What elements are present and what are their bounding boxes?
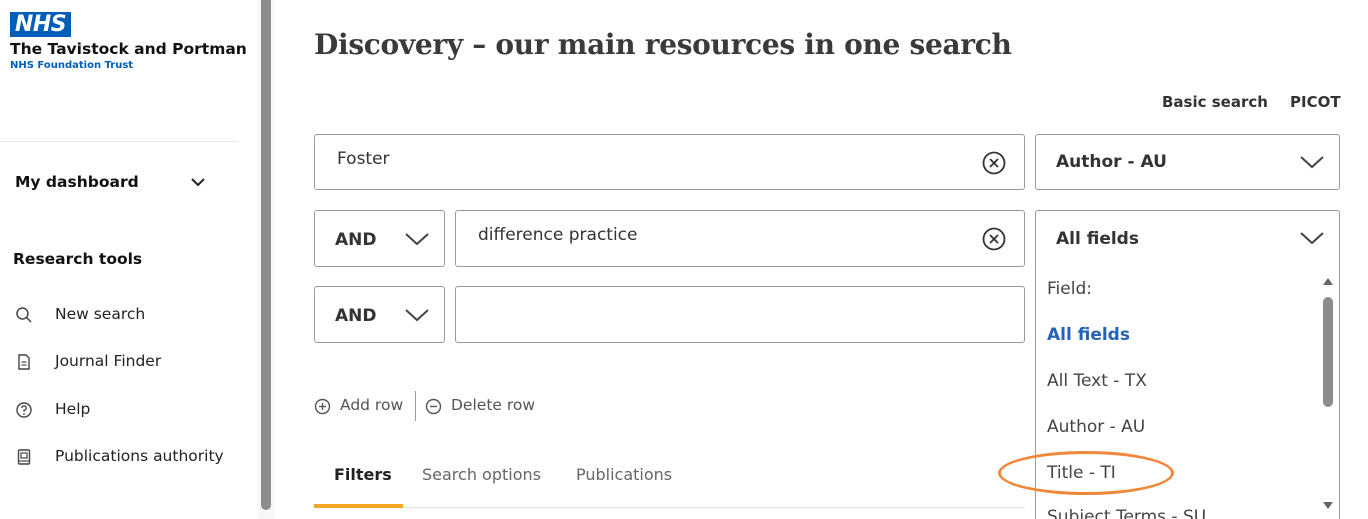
field-select-value: Author - AU [1056, 152, 1167, 172]
clear-icon[interactable] [982, 227, 1006, 251]
sidebar-item-new-search[interactable]: New search [15, 303, 245, 327]
field-select-row-2[interactable]: All fields [1035, 210, 1340, 266]
delete-row-label: Delete row [451, 396, 536, 414]
active-tab-indicator [314, 504, 403, 508]
field-select-value: All fields [1056, 229, 1139, 249]
search-input-row-3[interactable] [455, 286, 1025, 343]
search-input-row-2[interactable]: difference practice [455, 210, 1025, 267]
basic-search-link[interactable]: Basic search [1162, 93, 1268, 111]
dropdown-option-all-fields[interactable]: All fields [1047, 325, 1130, 345]
operator-select-row-2[interactable]: AND [314, 210, 445, 267]
chevron-down-icon [1300, 232, 1324, 245]
page-title: Discovery – our main resources in one se… [314, 28, 1012, 61]
row-action-separator [415, 391, 416, 421]
sidebar-item-journal-finder[interactable]: Journal Finder [15, 350, 245, 374]
field-select-row-1[interactable]: Author - AU [1035, 134, 1340, 190]
clear-icon[interactable] [982, 151, 1006, 175]
tab-search-options[interactable]: Search options [422, 465, 541, 484]
operator-value: AND [335, 306, 377, 326]
chevron-down-icon [191, 178, 205, 187]
search-input-row-1[interactable]: Foster [314, 134, 1025, 190]
dropdown-option-title[interactable]: Title - TI [1047, 463, 1116, 483]
help-icon [16, 402, 32, 418]
minus-circle-icon [425, 398, 442, 415]
sidebar-item-publications-authority[interactable]: Publications authority [15, 445, 245, 469]
plus-circle-icon [314, 398, 331, 415]
org-subtitle: NHS Foundation Trust [10, 60, 134, 71]
tabs-divider [314, 507, 1025, 508]
dropdown-header: Field: [1047, 279, 1092, 299]
nhs-logo: NHS [10, 12, 71, 37]
dropdown-scrollbar-thumb[interactable] [1323, 297, 1333, 407]
research-tools-heading: Research tools [13, 250, 143, 268]
book-icon [17, 449, 31, 465]
field-dropdown-list[interactable]: Field: All fields All Text - TX Author -… [1035, 265, 1340, 519]
add-row-button[interactable]: Add row [314, 395, 409, 417]
my-dashboard-label: My dashboard [15, 173, 139, 191]
sidebar-item-label: Help [55, 400, 91, 418]
chevron-down-icon [405, 233, 429, 246]
tab-publications[interactable]: Publications [576, 465, 672, 484]
delete-row-button[interactable]: Delete row [425, 395, 540, 417]
org-name: The Tavistock and Portman [10, 40, 247, 58]
dropdown-scrollbar[interactable] [1321, 265, 1335, 519]
sidebar-divider [0, 141, 238, 142]
tab-filters[interactable]: Filters [334, 465, 392, 484]
picot-link[interactable]: PICOT [1290, 93, 1341, 111]
dropdown-option-subject-terms[interactable]: Subject Terms - SU [1047, 507, 1206, 519]
my-dashboard-toggle[interactable]: My dashboard [15, 171, 210, 195]
search-icon [16, 307, 32, 323]
sidebar-item-help[interactable]: Help [15, 398, 245, 422]
sidebar-item-label: Publications authority [55, 447, 224, 465]
sidebar: NHS The Tavistock and Portman NHS Founda… [0, 0, 258, 519]
scroll-down-icon[interactable] [1322, 501, 1334, 510]
dropdown-option-author[interactable]: Author - AU [1047, 417, 1145, 437]
sidebar-item-label: Journal Finder [55, 352, 162, 370]
operator-value: AND [335, 230, 377, 250]
sidebar-scrollbar-thumb[interactable] [261, 0, 271, 510]
operator-select-row-3[interactable]: AND [314, 286, 445, 343]
search-input-value: difference practice [478, 225, 638, 245]
document-icon [18, 354, 30, 370]
scroll-up-icon[interactable] [1322, 277, 1334, 286]
sidebar-item-label: New search [55, 305, 146, 323]
dropdown-option-all-text[interactable]: All Text - TX [1047, 371, 1147, 391]
chevron-down-icon [405, 309, 429, 322]
chevron-down-icon [1300, 156, 1324, 169]
search-input-value: Foster [337, 149, 390, 169]
add-row-label: Add row [340, 396, 404, 414]
